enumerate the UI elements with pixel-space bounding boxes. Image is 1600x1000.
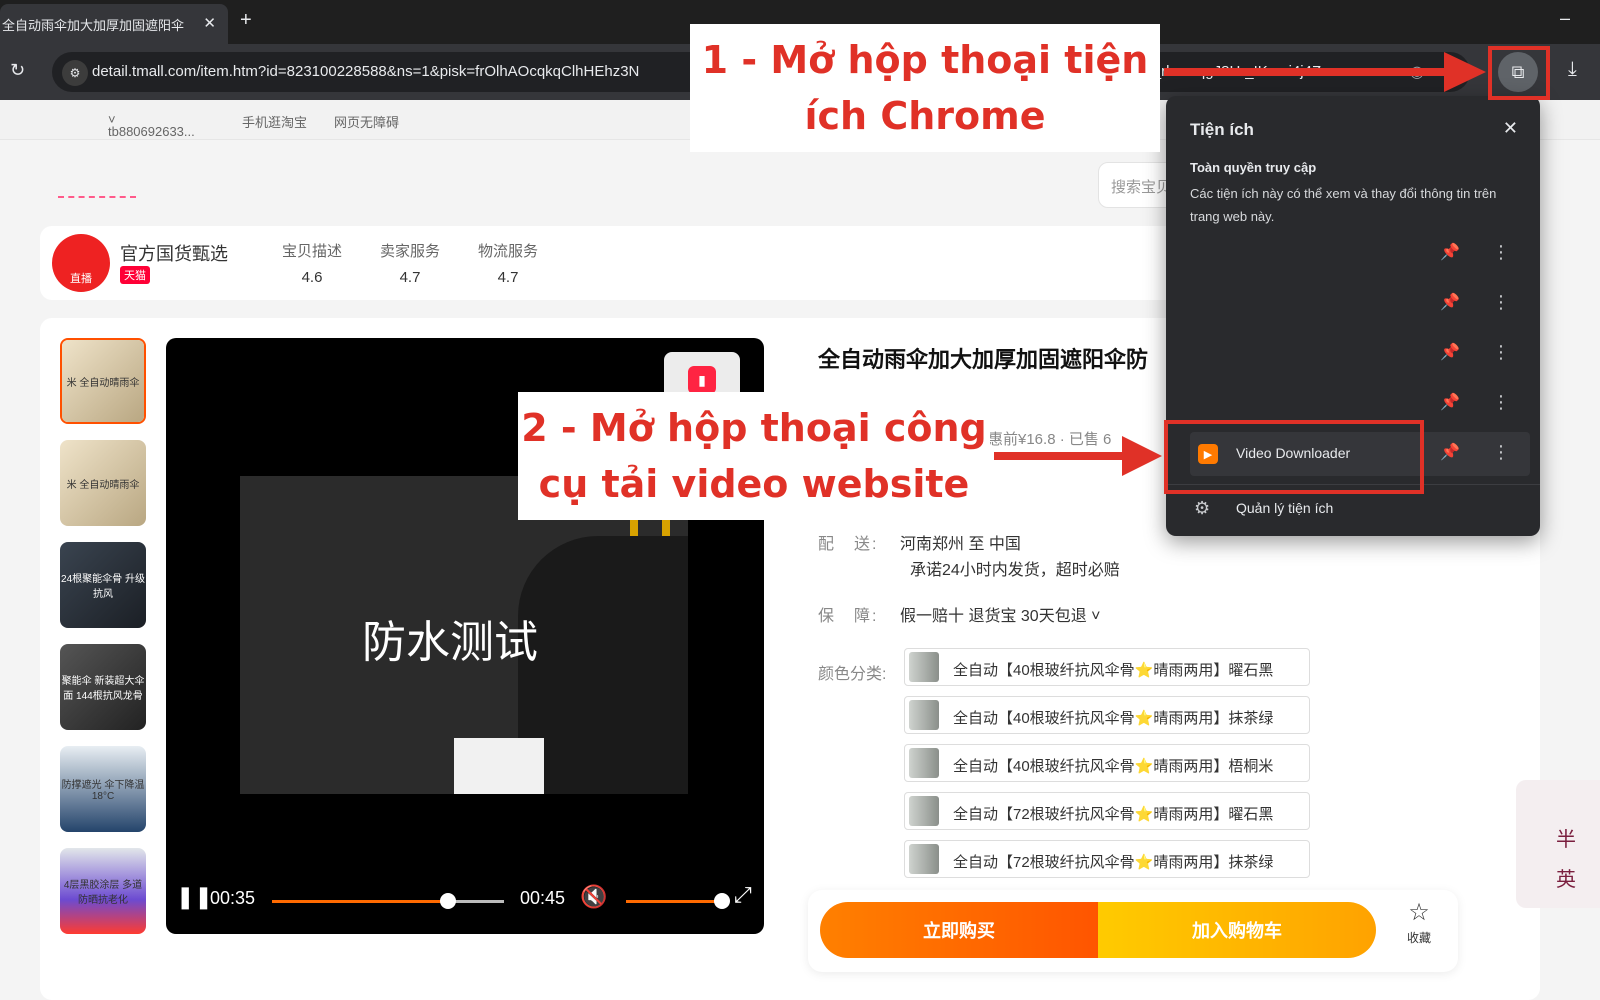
decorative-dash <box>58 196 136 198</box>
close-tab-icon[interactable]: ✕ <box>203 14 216 32</box>
side-ad-text: 半 英 <box>1556 829 1576 891</box>
video-controls: ❚❚ 00:35 00:45 🔇 ⤢ <box>166 864 764 934</box>
highlight-box-video-downloader <box>1164 420 1424 494</box>
more-vert-icon[interactable]: ⋮ <box>1492 242 1510 263</box>
score-service: 卖家服务 4.7 <box>379 243 440 286</box>
more-vert-icon[interactable]: ⋮ <box>1492 342 1510 363</box>
more-vert-icon[interactable]: ⋮ <box>1492 292 1510 313</box>
thumbnail-1[interactable]: 米 全自动晴雨伞 <box>60 338 146 424</box>
buy-now-button[interactable]: 立即购买 <box>820 902 1098 958</box>
user-account-link[interactable]: tb880692633... ˅ <box>108 112 195 139</box>
score-description: 宝贝描述 4.6 <box>281 243 342 286</box>
site-info-icon[interactable]: ⚙ <box>62 60 88 86</box>
shipping-note: 承诺24小时内发货，超时必赔 <box>910 562 1120 579</box>
highlight-box-extensions <box>1488 46 1550 100</box>
current-time: 00:35 <box>210 888 256 908</box>
thumbnail-6[interactable]: 4层黑胶涂层 多道防晒抗老化 <box>60 848 146 934</box>
extension-row[interactable]: 📌 ⋮ <box>1190 232 1530 276</box>
close-icon[interactable]: ✕ <box>1503 118 1518 139</box>
score-logistics: 物流服务 4.7 <box>477 243 538 286</box>
sku-thumbnail <box>909 700 939 730</box>
seek-fill <box>272 900 449 903</box>
annotation-step-2: 2 - Mở hộp thoại công cụ tải video websi… <box>518 392 990 520</box>
guarantee-value[interactable]: 假一赔十 退货宝 30天包退 ˅ <box>900 602 1100 626</box>
extension-row[interactable]: 📌 ⋮ <box>1190 332 1530 376</box>
thumbnail-3[interactable]: 24根聚能伞骨 升级抗风 <box>60 542 146 628</box>
thumbnail-4[interactable]: 聚能伞 新装超大伞面 144根抗风龙骨 <box>60 644 146 730</box>
pin-icon[interactable]: 📌 <box>1440 442 1460 462</box>
sku-option[interactable]: 全自动【72根玻纤抗风伞骨⭐晴雨两用】曜石黑 <box>904 792 1310 830</box>
popup-title: Tiện ích <box>1190 120 1254 139</box>
shop-logo[interactable]: 直播 <box>52 234 110 292</box>
seek-bar[interactable] <box>272 893 504 909</box>
seek-handle[interactable] <box>440 893 457 909</box>
shipping-label: 配 送: <box>818 536 879 553</box>
tmall-badge: 天猫 <box>120 266 150 284</box>
new-tab-button[interactable]: + <box>240 9 252 32</box>
sku-option[interactable]: 全自动【40根玻纤抗风伞骨⭐晴雨两用】抹茶绿 <box>904 696 1310 734</box>
arrow-to-video-downloader <box>994 436 1162 476</box>
video-frame: 防水测试 <box>240 476 688 794</box>
bar-chart-icon: ▮ <box>688 366 716 394</box>
fullscreen-icon[interactable]: ⤢ <box>734 882 752 908</box>
video-caption: 防水测试 <box>362 617 538 668</box>
annotation-step-1: 1 - Mở hộp thoại tiện ích Chrome <box>690 24 1160 152</box>
product-subtitle <box>818 378 890 386</box>
product-title: 全自动雨伞加大加厚加固遮阳伞防 <box>818 347 1149 372</box>
guarantee-label: 保 障: <box>818 608 879 625</box>
volume-handle[interactable] <box>714 893 730 909</box>
more-vert-icon[interactable]: ⋮ <box>1492 442 1510 463</box>
shop-name[interactable]: 官方国货甄选 <box>120 240 228 266</box>
gear-icon: ⚙ <box>1194 498 1211 518</box>
side-ad[interactable]: 半 英 <box>1516 780 1600 908</box>
sku-option[interactable]: 全自动【40根玻纤抗风伞骨⭐晴雨两用】曜石黑 <box>904 648 1310 686</box>
volume-slider[interactable] <box>626 893 730 909</box>
favorite-button[interactable]: ☆ 收藏 <box>1394 898 1444 946</box>
color-label: 颜色分类: <box>818 666 887 683</box>
accessibility-link[interactable]: 网页无障碍 <box>334 112 399 131</box>
arrow-to-extensions <box>1164 52 1486 92</box>
pin-icon[interactable]: 📌 <box>1440 242 1460 262</box>
pin-icon[interactable]: 📌 <box>1440 392 1460 412</box>
buy-bar: 立即购买 加入购物车 ☆ 收藏 <box>808 890 1458 972</box>
manage-extensions-link[interactable]: Quản lý tiện ích <box>1236 500 1333 516</box>
mobile-taobao-link[interactable]: 手机逛淘宝 <box>242 112 307 131</box>
tab-title: 全自动雨伞加大加厚加固遮阳伞 <box>2 17 185 33</box>
pin-icon[interactable]: 📌 <box>1440 342 1460 362</box>
reload-icon[interactable]: ↻ <box>10 60 25 81</box>
total-time: 00:45 <box>520 888 566 908</box>
mute-icon[interactable]: 🔇 <box>580 884 607 910</box>
favorite-label: 收藏 <box>1406 931 1431 945</box>
pause-icon[interactable]: ❚❚ <box>176 884 213 910</box>
shipping-value[interactable]: 河南郑州 至 中国 <box>900 530 1021 554</box>
sku-thumbnail <box>909 748 939 778</box>
extension-row[interactable]: 📌 ⋮ <box>1190 282 1530 326</box>
pin-icon[interactable]: 📌 <box>1440 292 1460 312</box>
sku-thumbnail <box>909 796 939 826</box>
browser-tab[interactable]: 全自动雨伞加大加厚加固遮阳伞 ✕ <box>0 4 228 44</box>
sku-thumbnail <box>909 844 939 874</box>
full-access-heading: Toàn quyền truy cập <box>1190 160 1317 175</box>
thumbnail-5[interactable]: 防撑遮光 伞下降温18°C <box>60 746 146 832</box>
full-access-desc: Các tiện ích này có thể xem và thay đổi … <box>1190 186 1497 224</box>
minimize-icon[interactable]: – <box>1560 8 1570 29</box>
add-to-cart-button[interactable]: 加入购物车 <box>1098 902 1376 958</box>
sku-option[interactable]: 全自动【40根玻纤抗风伞骨⭐晴雨两用】梧桐米 <box>904 744 1310 782</box>
sku-thumbnail <box>909 652 939 682</box>
cup-shape <box>454 738 544 794</box>
thumbnail-2[interactable]: 米 全自动晴雨伞 <box>60 440 146 526</box>
star-icon: ☆ <box>1408 899 1430 926</box>
sku-option[interactable]: 全自动【72根玻纤抗风伞骨⭐晴雨两用】抹茶绿 <box>904 840 1310 878</box>
more-vert-icon[interactable]: ⋮ <box>1492 392 1510 413</box>
download-icon[interactable]: ⤓ <box>1568 58 1577 81</box>
